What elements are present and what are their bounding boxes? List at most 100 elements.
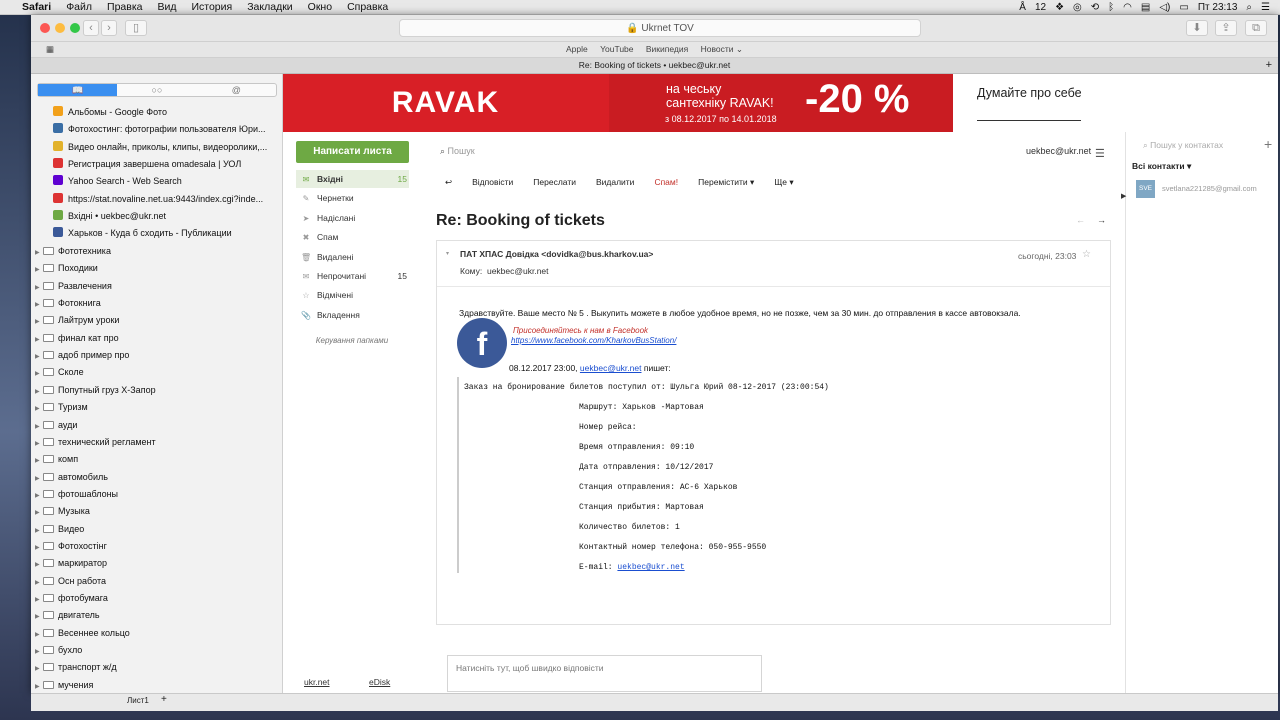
bookmark-item[interactable]: Фотохостинг: фотографии пользователя Юри… [53,121,281,138]
facebook-link[interactable]: https://www.facebook.com/KharkovBusStati… [511,336,676,345]
ad-slogan[interactable]: Думайте про себе [977,86,1082,100]
menu-view[interactable]: Вид [157,1,176,13]
sidebar-toggle-icon[interactable]: ▯ [125,20,147,36]
bookmark-folder[interactable]: ▶ технический регламент [35,434,156,451]
mail-folder-item[interactable]: ✉ Вхідні 15 [296,170,409,188]
expand-icon[interactable]: ▾ [446,250,449,257]
fav-apple[interactable]: Apple [566,44,588,54]
time-machine-icon[interactable]: ⟲ [1091,2,1099,13]
fav-wikipedia[interactable]: Википедия [646,44,688,54]
bookmark-folder[interactable]: ▶ фотошаблоны [35,486,118,503]
quote-author-link[interactable]: uekbec@ukr.net [580,363,642,373]
tabs-icon[interactable]: ⧉ [1245,20,1267,36]
mail-folder-item[interactable]: ✎ Чернетки [301,189,409,207]
more-button[interactable]: Ще ▾ [774,177,793,188]
compose-button[interactable]: Написати листа [296,141,409,163]
back-arrow-icon[interactable]: ↩ [445,177,452,188]
sheet-tab[interactable]: Лист1 [127,696,149,705]
mail-folder-item[interactable]: 🗑 Видалені [301,248,409,266]
move-button[interactable]: Перемістити ▾ [698,177,754,188]
tab-bar[interactable]: Re: Booking of tickets • uekbec@ukr.net … [31,58,1278,74]
menu-history[interactable]: История [191,1,232,13]
fav-youtube[interactable]: YouTube [600,44,633,54]
list-icon[interactable]: ☰ [1261,2,1270,13]
bookmark-folder[interactable]: ▶ автомобиль [35,469,108,486]
address-bar[interactable]: 🔒 Ukrnet TOV [399,19,921,37]
bookmark-folder[interactable]: ▶ Туризм [35,399,88,416]
mail-folder-item[interactable]: ✉ Непрочитані 15 [301,267,409,285]
contact-email[interactable]: svetlana221285@gmail.com [1162,184,1257,193]
back-icon[interactable]: ‹ [83,20,99,36]
bookmark-folder[interactable]: ▶ мучения [35,677,93,693]
mail-folder-item[interactable]: ✖ Спам [301,228,409,246]
bookmark-item[interactable]: https://stat.novaline.net.ua:9443/index.… [53,191,281,208]
bookmark-folder[interactable]: ▶ комп [35,451,78,468]
avatar[interactable]: SVE [1136,180,1155,198]
menu-help[interactable]: Справка [347,1,388,13]
tab-title[interactable]: Re: Booking of tickets • uekbec@ukr.net [579,60,730,70]
hamburger-menu-icon[interactable]: ☰ [1095,147,1105,160]
bookmark-folder[interactable]: ▶ бухло [35,642,82,659]
add-sheet-icon[interactable]: + [161,694,167,705]
bookmark-folder[interactable]: ▶ ауди [35,417,77,434]
search-icon[interactable]: ⌕ [1246,2,1252,13]
shared-links-tab-icon[interactable]: @ [197,84,276,96]
menu-bookmarks[interactable]: Закладки [247,1,292,13]
bookmark-item[interactable]: Yahoo Search - Web Search [53,173,281,190]
bookmark-folder[interactable]: ▶ Фототехника [35,243,111,260]
share-icon[interactable]: ⇪ [1215,20,1237,36]
sender[interactable]: ПАТ ХПАС Довідка <dovidka@bus.kharkov.ua… [460,249,653,259]
bookmark-folder[interactable]: ▶ фотобумага [35,590,108,607]
facebook-icon[interactable]: f [457,318,507,368]
volume-icon[interactable]: ◁) [1159,2,1170,13]
bookmark-folder[interactable]: ▶ Фотокнига [35,295,101,312]
fav-news[interactable]: Новости ⌄ [701,44,743,54]
bookmark-folder[interactable]: ▶ Осн работа [35,573,106,590]
mail-folder-item[interactable]: ➤ Надіслані [301,209,409,227]
minimize-window-button[interactable] [55,23,65,33]
dropbox-icon[interactable]: ❖ [1055,2,1064,13]
menu-edit[interactable]: Правка [107,1,142,13]
bookmark-item[interactable]: Видео онлайн, приколы, клипы, видеоролик… [53,139,281,156]
mail-folder-item[interactable]: 📎 Вкладення [301,306,409,324]
manage-folders-link[interactable]: Керування папками [283,336,421,345]
bookmark-folder[interactable]: ▶ Походики [35,260,98,277]
spam-button[interactable]: Спам! [654,177,678,187]
ad-banner[interactable]: RAVAK на чеську сантехніку RAVAK! з 08.12… [283,74,953,132]
bookmark-folder[interactable]: ▶ Попутный груз Х-Запор [35,382,156,399]
star-icon[interactable]: ☆ [1082,249,1091,260]
all-contacts-dropdown[interactable]: Всі контакти ▾ [1132,161,1191,172]
quick-reply-input[interactable]: Натисніть тут, щоб швидко відповісти [447,655,762,692]
bookmark-folder[interactable]: ▶ Развлечения [35,278,112,295]
mail-folder-item[interactable]: ☆ Відмічені [301,286,409,304]
disclosure-triangle-icon[interactable]: ▶ [35,679,43,693]
reading-list-tab-icon[interactable]: ○○ [117,84,196,96]
reply-button[interactable]: Відповісти [472,177,513,187]
menu-file[interactable]: Файл [66,1,92,13]
menu-window[interactable]: Окно [308,1,332,13]
prev-mail-icon[interactable]: ← [1076,215,1085,225]
new-tab-icon[interactable]: + [1266,58,1272,73]
mail-search-input[interactable]: ⌕ Пошук [440,146,475,157]
clock[interactable]: Пт 23:13 [1198,2,1238,13]
user-account[interactable]: uekbec@ukr.net [1026,146,1091,156]
battery-icon[interactable]: ▭ [1179,2,1188,13]
download-icon[interactable]: ⬇ [1186,20,1208,36]
grid-icon[interactable]: ▦ [46,42,54,57]
forward-icon[interactable]: › [101,20,117,36]
contacts-search-input[interactable]: ⌕ Пошук у контактах [1143,140,1223,151]
bookmark-folder[interactable]: ▶ транспорт ж/д [35,659,117,676]
bookmark-folder[interactable]: ▶ Лайтрум уроки [35,312,119,329]
close-window-button[interactable] [40,23,50,33]
zoom-window-button[interactable] [70,23,80,33]
menu-app[interactable]: Safari [22,1,51,13]
ukrnet-link[interactable]: ukr.net [304,677,330,687]
sync-icon[interactable]: ◎ [1073,2,1082,13]
bookmark-folder[interactable]: ▶ Фотохостінг [35,538,107,555]
bookmark-folder[interactable]: ▶ маркиратор [35,555,107,572]
collapse-arrow-icon[interactable]: ▶ [1121,192,1126,200]
bookmark-folder[interactable]: ▶ Сколе [35,364,84,381]
bookmark-item[interactable]: Вхідні • uekbec@ukr.net [53,208,281,225]
bluetooth-icon[interactable]: ᛒ [1108,2,1114,13]
bookmark-item[interactable]: Регистрация завершена omadesala | УОЛ [53,156,281,173]
